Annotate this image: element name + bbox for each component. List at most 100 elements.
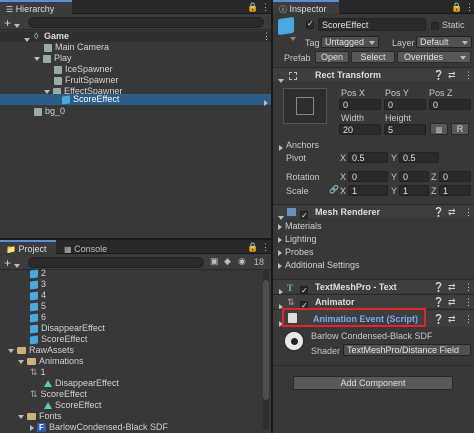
project-search-input[interactable]: [28, 257, 204, 268]
object-name-field[interactable]: ScoreEffect: [318, 18, 426, 31]
tag-dropdown[interactable]: Untagged: [321, 36, 379, 48]
settings-icon[interactable]: ⇄: [448, 280, 456, 294]
prefab-select-button[interactable]: Select: [351, 51, 395, 63]
list-item[interactable]: ⇅ 1: [30, 367, 46, 378]
tree-item-ice-spawner[interactable]: IceSpawner: [54, 64, 113, 75]
lighting-foldout[interactable]: Lighting: [278, 234, 317, 245]
settings-icon[interactable]: ⇄: [448, 68, 456, 82]
add-icon[interactable]: +: [4, 16, 11, 30]
tree-item-main-camera[interactable]: Main Camera: [44, 42, 109, 53]
add-icon[interactable]: +: [4, 256, 11, 270]
chevron-right-icon[interactable]: [264, 97, 268, 108]
list-item[interactable]: 4: [30, 290, 46, 301]
scrollbar-thumb[interactable]: [263, 280, 269, 400]
more-icon[interactable]: ⋮: [464, 205, 473, 219]
list-item[interactable]: DisappearEffect: [30, 323, 105, 334]
anchor-preset-button[interactable]: [283, 88, 327, 124]
prefab-open-button[interactable]: Open: [315, 51, 349, 63]
settings-icon[interactable]: ⇄: [448, 295, 456, 309]
list-item[interactable]: DisappearEffect: [44, 378, 119, 389]
shader-dropdown[interactable]: TextMeshPro/Distance Field: [343, 344, 471, 356]
list-item[interactable]: F BarlowCondensed-Black SDF: [30, 422, 168, 433]
prefab-overrides-dropdown[interactable]: Overrides: [397, 51, 471, 63]
help-icon[interactable]: ❔: [433, 68, 444, 82]
lock-icon[interactable]: 🔒: [247, 240, 258, 254]
list-item[interactable]: 2: [30, 268, 46, 279]
probes-foldout[interactable]: Probes: [278, 247, 314, 258]
height-field[interactable]: 5: [384, 124, 426, 135]
scale-z-field[interactable]: 1: [439, 185, 471, 196]
width-field[interactable]: 20: [339, 124, 381, 135]
materials-foldout[interactable]: Materials: [278, 221, 322, 232]
hierarchy-search-input[interactable]: [28, 17, 264, 28]
chevron-down-icon[interactable]: [14, 20, 20, 30]
help-icon[interactable]: ❔: [433, 280, 444, 294]
add-component-button[interactable]: Add Component: [293, 376, 453, 390]
rect-transform-header[interactable]: Rect Transform ❔ ⇄ ⋮: [273, 67, 474, 83]
chevron-down-icon[interactable]: [14, 260, 20, 270]
tag-icon[interactable]: ◆: [224, 256, 231, 267]
list-item[interactable]: 6: [30, 312, 46, 323]
animator-header[interactable]: ⇅ Animator ❔ ⇄ ⋮: [273, 294, 474, 313]
tree-item-play[interactable]: Play: [34, 53, 72, 64]
more-icon[interactable]: ⋮: [261, 240, 270, 254]
tab-inspector[interactable]: ⓘ Inspector: [273, 0, 339, 14]
rot-z-field[interactable]: 0: [439, 171, 471, 182]
posy-field[interactable]: 0: [384, 99, 426, 110]
pivot-x-field[interactable]: 0.5: [348, 152, 388, 163]
tree-item-bg[interactable]: bg_0: [34, 106, 65, 117]
posx-field[interactable]: 0: [339, 99, 381, 110]
scene-row[interactable]: ◊ Game ⋮: [0, 31, 271, 42]
more-icon[interactable]: ⋮: [464, 312, 473, 326]
layer-dropdown[interactable]: Default: [416, 36, 472, 48]
additional-settings-foldout[interactable]: Additional Settings: [278, 260, 360, 271]
tab-hierarchy[interactable]: ☰ Hierarchy: [0, 0, 72, 14]
lock-icon[interactable]: 🔒: [247, 0, 258, 14]
tree-item-score-effect[interactable]: ScoreEffect: [0, 94, 271, 108]
more-icon[interactable]: ⋮: [262, 31, 271, 42]
more-icon[interactable]: ⋮: [464, 280, 473, 294]
tree-item-fruit-spawner[interactable]: FruitSpawner: [54, 75, 119, 86]
mesh-renderer-header[interactable]: Mesh Renderer ❔ ⇄ ⋮: [273, 204, 474, 223]
mesh-renderer-checkbox[interactable]: [300, 207, 308, 223]
list-item[interactable]: ScoreEffect: [44, 400, 101, 411]
filter-icon[interactable]: ▣: [210, 256, 219, 267]
settings-icon[interactable]: ⇄: [448, 205, 456, 219]
list-item[interactable]: 3: [30, 279, 46, 290]
textmeshpro-header[interactable]: T TextMeshPro - Text ❔ ⇄ ⋮: [273, 279, 474, 298]
eye-icon[interactable]: ◉: [238, 256, 246, 267]
folder-raw-assets[interactable]: RawAssets: [8, 345, 74, 356]
blueprint-mode-button[interactable]: ▥: [430, 123, 448, 135]
horizontal-splitter[interactable]: [0, 238, 271, 240]
scrollbar[interactable]: [263, 270, 269, 430]
list-item[interactable]: ScoreEffect: [30, 334, 87, 345]
tab-project[interactable]: 📁 Project: [0, 240, 56, 254]
chevron-right-icon[interactable]: [279, 142, 283, 152]
static-checkbox[interactable]: [431, 20, 439, 30]
tab-console[interactable]: ▦ Console: [58, 240, 116, 254]
lock-icon[interactable]: 🔒: [451, 0, 462, 14]
active-checkbox[interactable]: [306, 19, 314, 29]
folder-animations[interactable]: Animations: [18, 356, 84, 367]
posz-field[interactable]: 0: [429, 99, 471, 110]
rot-y-field[interactable]: 0: [399, 171, 429, 182]
more-icon[interactable]: ⋮: [261, 0, 270, 14]
raw-edit-button[interactable]: R: [451, 123, 469, 135]
list-item[interactable]: 5: [30, 301, 46, 312]
constrain-proportions-icon[interactable]: 🔗: [329, 185, 339, 194]
rot-x-field[interactable]: 0: [348, 171, 388, 182]
help-icon[interactable]: ❔: [433, 295, 444, 309]
list-item[interactable]: ⇅ ScoreEffect: [30, 389, 87, 400]
more-icon[interactable]: ⋮: [464, 295, 473, 309]
settings-icon[interactable]: ⇄: [448, 312, 456, 326]
help-icon[interactable]: ❔: [433, 205, 444, 219]
more-icon[interactable]: ⋮: [464, 68, 473, 82]
vertical-splitter[interactable]: [271, 0, 273, 433]
scale-y-field[interactable]: 1: [399, 185, 429, 196]
help-icon[interactable]: ❔: [433, 312, 444, 326]
scale-x-field[interactable]: 1: [348, 185, 388, 196]
more-icon[interactable]: ⋮: [465, 0, 474, 14]
pivot-y-field[interactable]: 0.5: [399, 152, 439, 163]
chevron-down-icon[interactable]: [290, 33, 296, 43]
folder-fonts[interactable]: Fonts: [18, 411, 62, 422]
